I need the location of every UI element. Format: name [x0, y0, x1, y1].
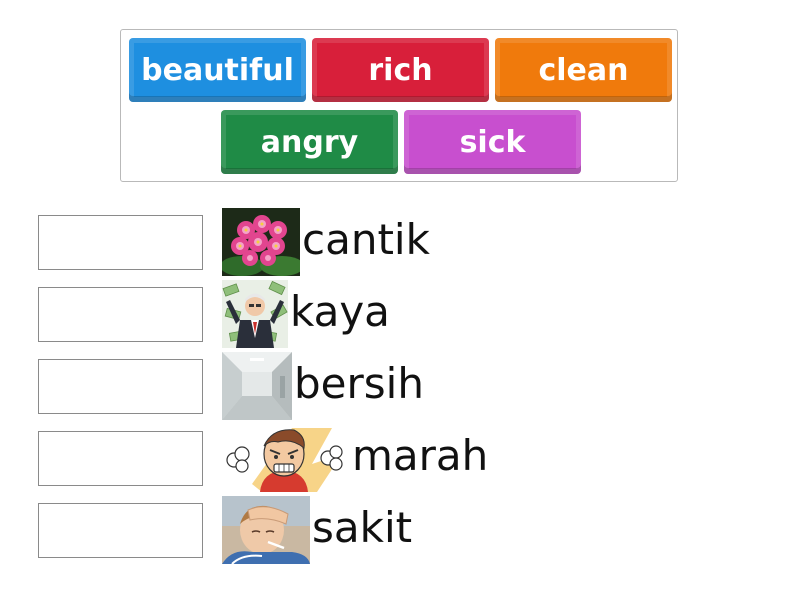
tile-clean[interactable]: clean	[495, 38, 672, 102]
match-word: marah	[352, 431, 489, 480]
match-row: kaya	[38, 278, 758, 350]
tile-sick[interactable]: sick	[404, 110, 581, 174]
sick-child-image	[222, 496, 310, 564]
match-row: cantik	[38, 206, 758, 278]
pink-flower-image	[222, 208, 300, 276]
drop-zone[interactable]	[38, 215, 203, 270]
match-word: cantik	[302, 215, 430, 264]
tile-rich[interactable]: rich	[312, 38, 489, 102]
drop-zone[interactable]	[38, 431, 203, 486]
match-row: bersih	[38, 350, 758, 422]
match-word: kaya	[290, 287, 390, 336]
match-row: marah	[38, 422, 758, 494]
drop-zone[interactable]	[38, 359, 203, 414]
drop-zone[interactable]	[38, 503, 203, 558]
tile-angry[interactable]: angry	[221, 110, 398, 174]
clean-room-image	[222, 352, 292, 420]
drop-zone[interactable]	[38, 287, 203, 342]
match-row: sakit	[38, 494, 758, 566]
word-bank: beautiful rich clean angry sick	[120, 29, 678, 182]
angry-boy-image	[222, 424, 350, 492]
rich-man-money-image	[222, 280, 288, 348]
match-word: bersih	[294, 359, 424, 408]
tile-beautiful[interactable]: beautiful	[129, 38, 306, 102]
match-word: sakit	[312, 503, 413, 552]
